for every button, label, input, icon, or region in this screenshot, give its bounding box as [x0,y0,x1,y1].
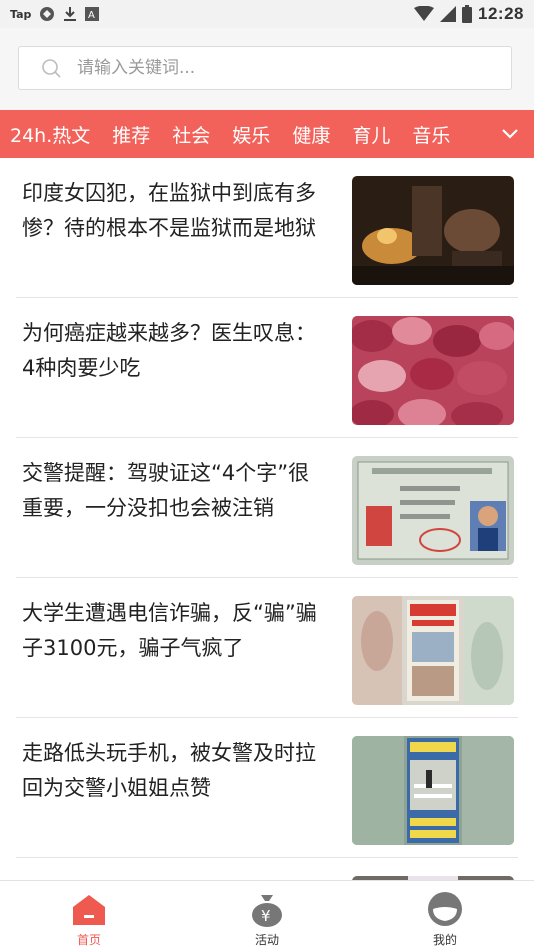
home-icon [73,895,105,925]
category-tab-health[interactable]: 健康 [292,121,330,148]
news-title: 大学生遭遇电信诈骗，反“骗”骗子3100元，骗子气疯了 [22,601,317,660]
download-icon [64,7,77,21]
news-thumbnail [352,736,514,845]
status-bar: Tap A 12:28 [0,0,534,28]
search-area [0,28,534,110]
search-input[interactable] [75,57,479,79]
news-feed: 印度女囚犯，在监狱中到底有多惨？待的根本不是监狱而是地狱 为何癌症越来越多？医生… [0,158,534,890]
category-tab-parenting[interactable]: 育儿 [352,121,390,148]
search-icon [42,59,61,78]
news-title: 为何癌症越来越多？医生叹息：4种肉要少吃 [22,321,316,380]
svg-text:¥: ¥ [261,907,271,925]
news-title: 交警提醒：驾驶证这“4个字”很重要，一分没扣也会被注销 [22,461,310,520]
tab-activity[interactable]: ¥ 活动 [222,881,312,950]
tab-home-label: 首页 [76,933,101,947]
news-item[interactable]: 大学生遭遇电信诈骗，反“骗”骗子3100元，骗子气疯了 [16,578,518,718]
tab-activity-label: 活动 [254,933,279,947]
bottom-tab-bar: 首页 ¥ 活动 我的 [0,880,534,950]
news-item[interactable]: 为何癌症越来越多？医生叹息：4种肉要少吃 [16,298,518,438]
clock: 12:28 [478,4,524,23]
tab-profile[interactable]: 我的 [400,881,490,950]
news-title: 印度女囚犯，在监狱中到底有多惨？待的根本不是监狱而是地狱 [22,181,316,240]
category-bar: 24h.热文 推荐 社会 娱乐 健康 育儿 音乐 [0,110,534,158]
news-thumbnail [352,596,514,705]
category-tab-society[interactable]: 社会 [172,121,210,148]
search-box[interactable] [18,46,512,90]
news-thumbnail [352,456,514,565]
news-title: 走路低头玩手机，被女警及时拉回为交警小姐姐点赞 [22,741,316,800]
money-bag-icon: ¥ [252,895,282,927]
category-tab-music[interactable]: 音乐 [412,121,450,148]
news-item[interactable]: 走路低头玩手机，被女警及时拉回为交警小姐姐点赞 [16,718,518,858]
tab-home[interactable]: 首页 [44,881,134,950]
news-thumbnail [352,176,514,285]
sync-icon [40,7,55,21]
news-item[interactable]: 印度女囚犯，在监狱中到底有多惨？待的根本不是监狱而是地狱 [16,158,518,298]
carrier-label: Tap [10,7,32,21]
tab-profile-label: 我的 [432,933,457,947]
battery-icon [462,5,473,23]
chevron-down-icon[interactable] [500,124,520,144]
category-tab-entertainment[interactable]: 娱乐 [232,121,270,148]
news-item[interactable]: 交警提醒：驾驶证这“4个字”很重要，一分没扣也会被注销 [16,438,518,578]
wifi-icon [414,6,435,21]
profile-icon [428,892,462,926]
category-tab-recommend[interactable]: 推荐 [112,121,150,148]
svg-text:A: A [88,10,95,21]
app-icon: A [85,7,100,21]
signal-icon [440,6,457,22]
category-tab-hot[interactable]: 24h.热文 [10,121,90,148]
news-thumbnail [352,316,514,425]
